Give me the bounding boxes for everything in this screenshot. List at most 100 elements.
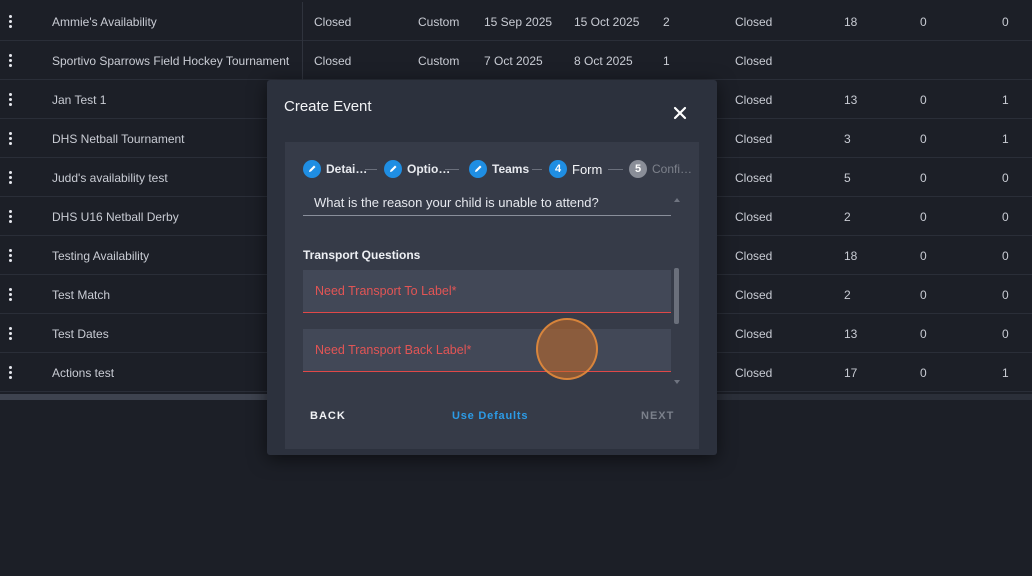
value-cell: 5 xyxy=(844,171,851,185)
value-cell: 13 xyxy=(844,93,858,107)
form-vertical-scrollbar[interactable] xyxy=(673,194,681,394)
pencil-icon xyxy=(469,160,487,178)
state-cell: Closed xyxy=(735,288,773,302)
count-cell: 2 xyxy=(663,15,670,29)
event-name: Judd's availability test xyxy=(52,171,168,185)
status-cell: Closed xyxy=(314,54,352,68)
table-row[interactable]: Sportivo Sparrows Field Hockey Tournamen… xyxy=(0,41,1032,80)
scrollbar-thumb[interactable] xyxy=(674,268,679,324)
dialog-title: Create Event xyxy=(284,98,372,115)
close-icon[interactable] xyxy=(671,104,689,122)
state-cell: Closed xyxy=(735,171,773,185)
pencil-icon xyxy=(384,160,402,178)
state-cell: Closed xyxy=(735,210,773,224)
more-options-icon[interactable] xyxy=(6,171,14,185)
value-cell: 1 xyxy=(1002,366,1009,380)
start-date-cell: 7 Oct 2025 xyxy=(484,54,543,68)
value-cell: 0 xyxy=(920,15,927,29)
state-cell: Closed xyxy=(735,327,773,341)
value-cell: 0 xyxy=(920,327,927,341)
step-connector xyxy=(532,169,542,170)
status-cell: Closed xyxy=(314,15,352,29)
event-name: DHS Netball Tournament xyxy=(52,132,185,146)
column-divider xyxy=(302,41,303,80)
value-cell: 0 xyxy=(920,288,927,302)
scroll-up-icon[interactable] xyxy=(674,198,680,202)
end-date-cell: 15 Oct 2025 xyxy=(574,15,640,29)
more-options-icon[interactable] xyxy=(6,132,14,146)
step-label: Form xyxy=(572,161,603,177)
step-details[interactable]: Detai… xyxy=(303,160,367,178)
scroll-down-icon[interactable] xyxy=(674,380,680,384)
more-options-icon[interactable] xyxy=(6,54,14,68)
form-scroll-area[interactable]: What is the reason your child is unable … xyxy=(285,194,699,394)
step-number: 5 xyxy=(629,160,647,178)
step-connector xyxy=(365,169,377,170)
dialog-body: Detai… Optio… Teams 4 Form 5 Confi… What… xyxy=(285,142,699,449)
step-label: Confi… xyxy=(652,162,693,176)
value-cell: 2 xyxy=(844,288,851,302)
value-cell: 3 xyxy=(844,132,851,146)
next-button[interactable]: NEXT xyxy=(641,410,674,422)
transport-to-label-input[interactable]: Need Transport To Label* xyxy=(303,270,671,313)
state-cell: Closed xyxy=(735,15,773,29)
step-label: Detai… xyxy=(326,162,368,176)
start-date-cell: 15 Sep 2025 xyxy=(484,15,553,29)
value-cell: 0 xyxy=(1002,288,1009,302)
value-cell: 0 xyxy=(920,366,927,380)
value-cell: 0 xyxy=(1002,327,1009,341)
event-name: Sportivo Sparrows Field Hockey Tournamen… xyxy=(52,54,290,68)
step-number: 4 xyxy=(549,160,567,178)
table-row[interactable]: Ammie's Availability Closed Custom 15 Sep 2… xyxy=(0,2,1032,41)
value-cell: 18 xyxy=(844,15,858,29)
end-date-cell: 8 Oct 2025 xyxy=(574,54,633,68)
transport-back-label-input[interactable]: Need Transport Back Label* xyxy=(303,329,671,372)
section-title: Transport Questions xyxy=(303,248,421,262)
value-cell: 13 xyxy=(844,327,858,341)
value-cell: 1 xyxy=(1002,132,1009,146)
value-cell: 2 xyxy=(844,210,851,224)
state-cell: Closed xyxy=(735,366,773,380)
value-cell: 0 xyxy=(920,93,927,107)
value-cell: 0 xyxy=(920,171,927,185)
state-cell: Closed xyxy=(735,54,773,68)
more-options-icon[interactable] xyxy=(6,249,14,263)
step-options[interactable]: Optio… xyxy=(384,160,450,178)
create-event-dialog: Create Event Detai… Optio… Teams 4 Form xyxy=(267,80,717,455)
step-confirm[interactable]: 5 Confi… xyxy=(629,160,692,178)
more-options-icon[interactable] xyxy=(6,327,14,341)
more-options-icon[interactable] xyxy=(6,210,14,224)
step-label: Teams xyxy=(492,162,530,176)
state-cell: Closed xyxy=(735,93,773,107)
use-defaults-button[interactable]: Use Defaults xyxy=(452,410,528,422)
step-teams[interactable]: Teams xyxy=(469,160,529,178)
reason-question-field[interactable]: What is the reason your child is unable … xyxy=(303,194,671,216)
value-cell: 0 xyxy=(1002,15,1009,29)
type-cell: Custom xyxy=(418,15,460,29)
back-button[interactable]: BACK xyxy=(310,410,346,422)
column-divider xyxy=(302,2,303,41)
event-name: Jan Test 1 xyxy=(52,93,107,107)
state-cell: Closed xyxy=(735,132,773,146)
value-cell: 0 xyxy=(1002,249,1009,263)
pencil-icon xyxy=(303,160,321,178)
step-label: Optio… xyxy=(407,162,451,176)
value-cell: 1 xyxy=(1002,93,1009,107)
event-name: Test Dates xyxy=(52,327,109,341)
more-options-icon[interactable] xyxy=(6,288,14,302)
value-cell: 0 xyxy=(920,249,927,263)
more-options-icon[interactable] xyxy=(6,15,14,29)
step-form[interactable]: 4 Form xyxy=(549,160,602,178)
state-cell: Closed xyxy=(735,249,773,263)
step-connector xyxy=(445,169,459,170)
value-cell: 0 xyxy=(920,210,927,224)
value-cell: 0 xyxy=(920,132,927,146)
more-options-icon[interactable] xyxy=(6,366,14,380)
event-name: Ammie's Availability xyxy=(52,15,157,29)
event-name: DHS U16 Netball Derby xyxy=(52,210,179,224)
event-name: Actions test xyxy=(52,366,115,380)
scrollbar-thumb[interactable] xyxy=(0,394,268,400)
more-options-icon[interactable] xyxy=(6,93,14,107)
event-name: Test Match xyxy=(52,288,111,302)
value-cell: 0 xyxy=(1002,210,1009,224)
